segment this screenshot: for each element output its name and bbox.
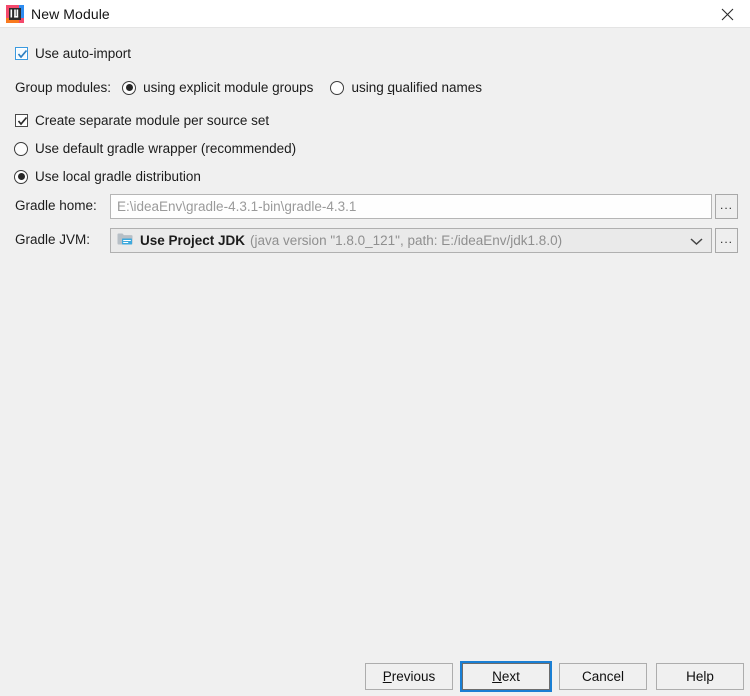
radio-use-default-gradle-wrapper[interactable]: Use default gradle wrapper (recommended)	[14, 141, 296, 156]
previous-button[interactable]: Previous	[365, 663, 453, 690]
gradle-jvm-value-primary: Use Project JDK	[140, 233, 246, 248]
next-button-label: Next	[492, 669, 520, 684]
next-button[interactable]: Next	[462, 663, 550, 690]
title-bar: New Module	[0, 0, 750, 28]
radio-label-default-wrapper: Use default gradle wrapper (recommended)	[35, 141, 297, 156]
cancel-button[interactable]: Cancel	[559, 663, 647, 690]
group-modules-row: Group modules: using explicit module gro…	[15, 80, 482, 95]
gradle-jvm-value-secondary: (java version "1.8.0_121", path: E:/idea…	[250, 233, 563, 248]
checkbox-label-auto-import: Use auto-import	[35, 46, 132, 61]
cancel-button-label: Cancel	[581, 669, 625, 684]
jdk-folder-icon	[117, 232, 133, 249]
checkbox-create-separate-module[interactable]: Create separate module per source set	[15, 113, 269, 128]
radio-using-explicit-module-groups[interactable]	[122, 80, 137, 95]
window-title: New Module	[31, 5, 110, 22]
radio-dot-default-wrapper[interactable]	[14, 141, 28, 156]
checkbox-use-auto-import[interactable]: Use auto-import	[15, 46, 131, 61]
radio-label-using-qualified-names: using qualified names	[351, 80, 483, 95]
close-icon[interactable]	[705, 0, 750, 28]
radio-label-using-explicit-module-groups: using explicit module groups	[143, 80, 314, 95]
gradle-home-value: E:\ideaEnv\gradle-4.3.1-bin\gradle-4.3.1	[117, 199, 357, 214]
radio-use-local-gradle-distribution[interactable]: Use local gradle distribution	[14, 169, 201, 184]
checkbox-box-create-separate-module[interactable]	[15, 114, 28, 127]
gradle-home-label-wrap: Gradle home:	[15, 198, 97, 213]
group-modules-label: Group modules:	[15, 80, 112, 95]
ellipsis-icon: ...	[719, 231, 733, 246]
gradle-jvm-label-wrap: Gradle JVM:	[15, 232, 90, 247]
previous-button-label: Previous	[382, 669, 436, 684]
checkbox-label-create-separate-module: Create separate module per source set	[35, 113, 270, 128]
radio-dot-local-distribution[interactable]	[14, 169, 28, 184]
gradle-home-input[interactable]: E:\ideaEnv\gradle-4.3.1-bin\gradle-4.3.1	[110, 194, 712, 219]
gradle-jvm-label: Gradle JVM:	[15, 232, 91, 247]
gradle-jvm-browse-button[interactable]: ...	[715, 228, 738, 253]
radio-using-qualified-names[interactable]	[330, 80, 345, 95]
help-button[interactable]: Help	[656, 663, 744, 690]
checkbox-box-auto-import[interactable]	[15, 47, 28, 60]
gradle-home-label: Gradle home:	[15, 198, 97, 213]
intellij-idea-icon	[6, 4, 24, 23]
help-button-label: Help	[686, 669, 714, 684]
radio-label-local-distribution: Use local gradle distribution	[35, 169, 201, 184]
ellipsis-icon: ...	[719, 197, 733, 212]
gradle-jvm-combobox[interactable]: Use Project JDK (java version "1.8.0_121…	[110, 228, 712, 253]
chevron-down-icon[interactable]	[690, 233, 703, 248]
dialog-content: Use auto-import Group modules: using exp…	[0, 28, 750, 696]
gradle-home-browse-button[interactable]: ...	[715, 194, 738, 219]
